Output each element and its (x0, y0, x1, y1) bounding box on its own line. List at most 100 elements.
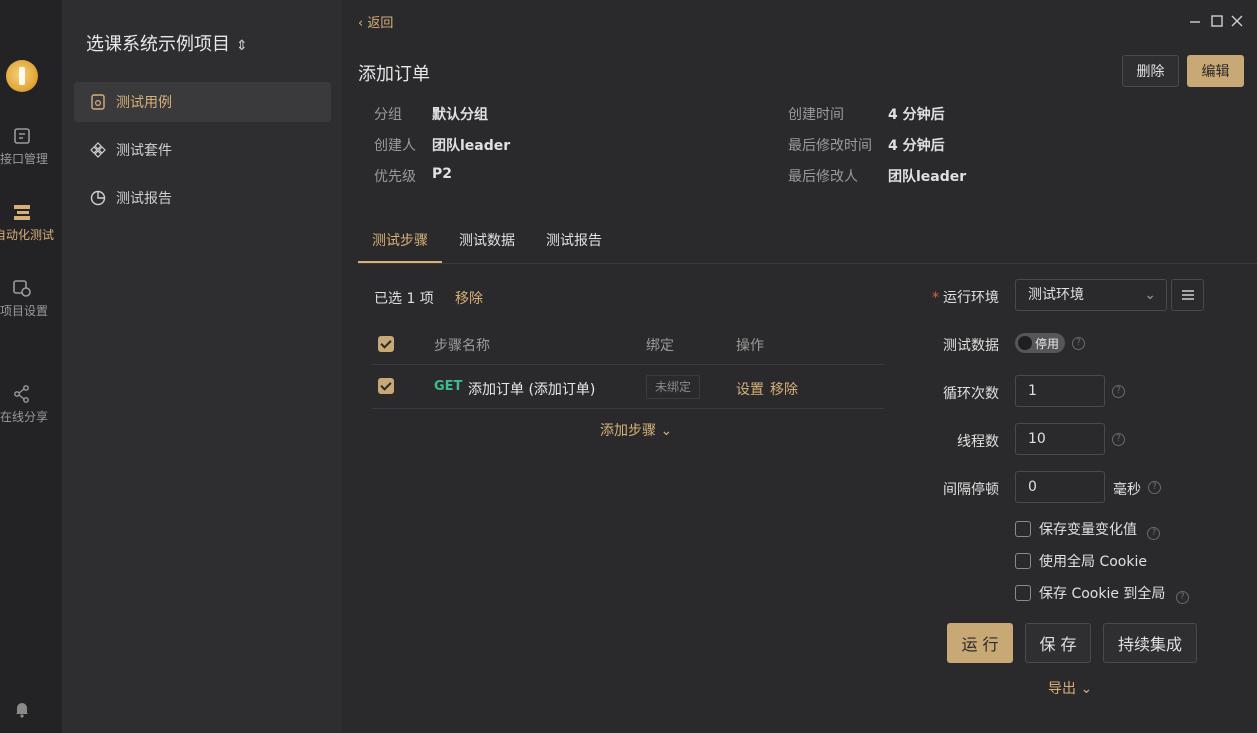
meta-created-value: 4 分钟后 (888, 107, 945, 123)
threads-input[interactable]: 10 (1015, 423, 1105, 455)
meta-modifier-key: 最后修改人 (788, 169, 858, 185)
icon-rail: 接口管理 自动化测试 项目设置 在线分享 (0, 0, 62, 733)
page-title: 添加订单 (358, 64, 430, 85)
add-step-button[interactable]: 添加步骤 ⌄ (600, 420, 672, 440)
meta-group-key: 分组 (374, 107, 402, 123)
checkbox[interactable] (1015, 553, 1031, 569)
app-logo (6, 60, 38, 92)
export-dropdown[interactable]: 导出 ⌄ (1048, 678, 1092, 698)
required-mark: * (932, 290, 939, 306)
save-cookie-global-option[interactable]: 保存 Cookie 到全局 ? (1015, 583, 1189, 604)
selection-count: 已选 1 项 (374, 291, 434, 307)
meta-creator-key: 创建人 (374, 138, 416, 154)
env-menu-button[interactable] (1171, 279, 1204, 311)
env-value: 测试环境 (1028, 287, 1084, 303)
nav-test-suites[interactable]: 测试套件 (74, 130, 331, 170)
http-method-badge: GET (434, 379, 463, 394)
project-title: 选课系统示例项目 (86, 34, 230, 55)
col-binding: 绑定 (646, 338, 674, 354)
nav-label: 测试报告 (116, 191, 172, 207)
help-icon[interactable]: ? (1147, 527, 1161, 540)
close-icon[interactable] (1230, 14, 1244, 28)
meta-created-key: 创建时间 (788, 107, 844, 123)
checkbox[interactable] (1015, 585, 1031, 601)
select-all-checkbox[interactable] (378, 336, 394, 352)
threads-label: 线程数 (957, 434, 999, 450)
meta-group-value: 默认分组 (432, 107, 488, 123)
steps-table: 步骤名称 绑定 操作 GET 添加订单 (添加订单) 未绑定 设置 移除 (372, 323, 884, 409)
env-select[interactable]: 测试环境 ⌄ (1015, 279, 1167, 311)
toggle-text: 停用 (1035, 337, 1060, 351)
save-button[interactable]: 保 存 (1025, 623, 1091, 663)
table-row[interactable]: GET 添加订单 (添加订单) 未绑定 设置 移除 (372, 365, 884, 409)
bell-icon[interactable] (13, 700, 31, 718)
bulk-remove-link[interactable]: 移除 (455, 288, 483, 308)
col-actions: 操作 (736, 338, 764, 354)
nav-test-cases[interactable]: 测试用例 (74, 82, 331, 122)
help-icon[interactable]: ? (1112, 433, 1125, 446)
loops-input[interactable]: 1 (1015, 375, 1105, 407)
nav-test-reports[interactable]: 测试报告 (74, 178, 331, 218)
binding-status[interactable]: 未绑定 (646, 375, 701, 399)
global-cookie-option[interactable]: 使用全局 Cookie (1015, 551, 1147, 571)
checkbox[interactable] (1015, 521, 1031, 537)
option-label: 使用全局 Cookie (1039, 554, 1147, 570)
step-remove-link[interactable]: 移除 (770, 379, 798, 399)
help-icon[interactable]: ? (1112, 385, 1125, 398)
step-name[interactable]: 添加订单 (添加订单) (468, 379, 595, 399)
rail-item-share[interactable]: 在线分享 (0, 384, 62, 425)
meta-creator-value: 团队leader (432, 138, 511, 154)
meta-priority-key: 优先级 (374, 169, 416, 185)
nav-label: 测试用例 (116, 95, 172, 111)
tab-steps[interactable]: 测试步骤 (358, 232, 442, 263)
tab-bar: 测试步骤 测试数据 测试报告 (358, 224, 1257, 264)
step-settings-link[interactable]: 设置 (736, 379, 764, 399)
sort-caret-icon: ⇕ (236, 38, 248, 54)
tab-reports[interactable]: 测试报告 (532, 232, 616, 263)
test-data-toggle[interactable]: 停用 (1015, 333, 1065, 353)
ci-button[interactable]: 持续集成 (1103, 623, 1197, 663)
row-checkbox[interactable] (378, 378, 394, 394)
option-label: 保存变量变化值 (1039, 522, 1137, 538)
edit-button[interactable]: 编辑 (1187, 55, 1244, 87)
help-icon[interactable]: ? (1148, 481, 1161, 494)
test-case-icon (91, 94, 105, 110)
maximize-icon[interactable] (1210, 14, 1224, 28)
col-step-name: 步骤名称 (434, 338, 490, 354)
project-switcher[interactable]: 选课系统示例项目 ⇕ (86, 30, 248, 56)
tab-data[interactable]: 测试数据 (445, 232, 529, 263)
meta-modified-value: 4 分钟后 (888, 138, 945, 154)
api-icon (14, 128, 30, 144)
interval-input[interactable]: 0 (1015, 471, 1105, 503)
share-icon (14, 385, 29, 403)
chevron-down-icon: ⌄ (1144, 287, 1156, 303)
minimize-icon[interactable] (1188, 14, 1202, 28)
help-icon[interactable]: ? (1072, 337, 1085, 350)
loops-label: 循环次数 (943, 386, 999, 402)
run-button[interactable]: 运 行 (947, 623, 1013, 663)
main-panel: ‹ 返回 添加订单 删除 编辑 分组 默认分组 创建人 团队leader 优先级… (342, 0, 1257, 733)
back-link[interactable]: ‹ 返回 (358, 12, 393, 31)
pie-chart-icon (90, 190, 106, 206)
rail-item-api[interactable]: 接口管理 (0, 126, 62, 167)
table-header: 步骤名称 绑定 操作 (372, 323, 884, 365)
help-icon[interactable]: ? (1175, 591, 1189, 604)
rail-item-automation[interactable]: 自动化测试 (0, 202, 62, 243)
meta-modified-key: 最后修改时间 (788, 138, 872, 154)
automation-icon (14, 205, 30, 220)
interval-unit: 毫秒 (1113, 482, 1141, 498)
rail-item-settings[interactable]: 项目设置 (0, 278, 62, 319)
meta-priority-value: P2 (432, 166, 453, 182)
save-var-change-option[interactable]: 保存变量变化值 ? (1015, 519, 1161, 540)
nav-label: 测试套件 (116, 143, 172, 159)
settings-icon (13, 280, 31, 297)
project-sidebar: 选课系统示例项目 ⇕ 测试用例 测试套件 测试报告 (62, 0, 342, 733)
delete-button[interactable]: 删除 (1122, 55, 1179, 87)
option-label: 保存 Cookie 到全局 (1039, 586, 1166, 602)
env-label: * 运行环境 (932, 290, 999, 306)
meta-modifier-value: 团队leader (888, 169, 967, 185)
interval-label: 间隔停顿 (943, 482, 999, 498)
menu-icon (1182, 290, 1194, 300)
suite-icon (90, 142, 106, 158)
test-data-label: 测试数据 (943, 338, 999, 354)
